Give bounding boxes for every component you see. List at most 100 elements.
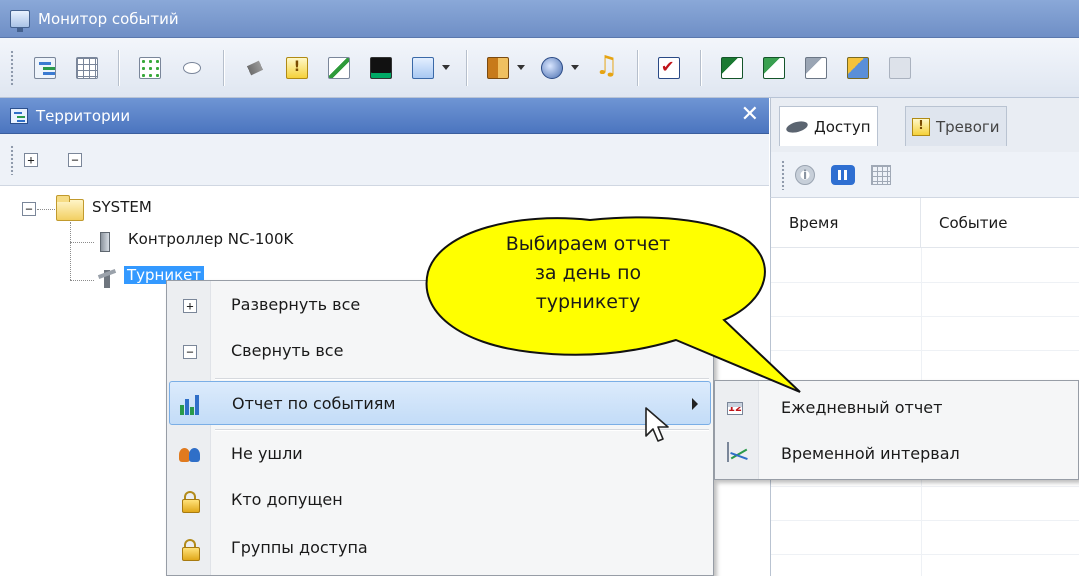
collapse-all-button[interactable]: − — [68, 152, 82, 167]
menu-item-label: Отчет по событиям — [232, 394, 396, 413]
tree-collapse-toggle[interactable]: − — [22, 202, 36, 216]
row-divider — [771, 350, 1079, 351]
row-divider — [771, 554, 1079, 555]
door-button[interactable] — [483, 53, 513, 83]
window-title-bar: Монитор событий — [0, 0, 1079, 38]
terminal-button[interactable] — [366, 53, 396, 83]
mouse-cursor-icon — [645, 407, 669, 442]
toolbar-grip[interactable] — [10, 144, 14, 175]
tree-connector — [70, 280, 94, 281]
toolbar-separator — [637, 49, 638, 86]
export-button-4[interactable] — [843, 53, 873, 83]
users-icon — [179, 444, 201, 466]
tree-node-system[interactable]: SYSTEM — [92, 198, 152, 216]
toolbar-separator — [223, 49, 224, 86]
dropdown-arrow-icon[interactable] — [517, 65, 525, 70]
column-header-label: Время — [789, 213, 839, 232]
alarm-icon — [286, 56, 308, 79]
folder-icon — [56, 195, 84, 221]
column-header-event[interactable]: Событие — [921, 198, 1079, 248]
report-submenu: 12 Ежедневный отчет Временной интервал — [714, 380, 1079, 480]
menu-item-label: Группы доступа — [231, 538, 368, 557]
alarm-button[interactable] — [282, 53, 312, 83]
pause-icon[interactable] — [831, 164, 855, 185]
tree-node-controller[interactable]: Контроллер NC-100K — [128, 230, 293, 248]
toolbar-grip[interactable] — [781, 159, 785, 190]
menu-item-label: Свернуть все — [231, 341, 344, 360]
turnstile-icon — [98, 268, 116, 288]
column-header-time[interactable]: Время — [771, 198, 921, 248]
export-button-2[interactable] — [759, 53, 789, 83]
tree-connector — [70, 222, 71, 280]
link-button[interactable] — [177, 53, 207, 83]
menu-separator — [215, 429, 709, 430]
row-divider — [771, 282, 1079, 283]
callout-text: Выбираем отчет за день по турникету — [468, 230, 708, 317]
menu-item-label: Временной интервал — [781, 444, 960, 463]
expand-all-button[interactable]: + — [24, 152, 38, 167]
dots-icon — [139, 56, 161, 79]
edit-icon — [328, 56, 350, 79]
menu-item-access-groups[interactable]: Группы доступа — [169, 526, 711, 570]
column-header-label: Событие — [939, 213, 1008, 232]
search-button[interactable] — [408, 53, 438, 83]
toolbar-separator — [700, 49, 701, 86]
menu-item-who-allowed[interactable]: Кто допущен — [169, 478, 711, 522]
toolbar-separator — [118, 49, 119, 86]
camera-icon — [541, 56, 563, 79]
access-button[interactable] — [240, 53, 270, 83]
info-icon[interactable]: i — [795, 164, 815, 185]
menu-item-not-left[interactable]: Не ушли — [169, 432, 711, 476]
toolbar-grip[interactable] — [10, 49, 14, 86]
close-icon[interactable]: ✕ — [741, 100, 759, 130]
access-icon — [785, 118, 809, 135]
chart-icon — [180, 394, 202, 416]
search-icon — [412, 56, 434, 79]
grid-icon[interactable] — [871, 164, 891, 185]
dropdown-arrow-icon[interactable] — [442, 65, 450, 70]
export-button-1[interactable] — [717, 53, 747, 83]
minus-box-icon: − — [179, 341, 201, 363]
export-button-5[interactable] — [885, 53, 915, 83]
lock-icon — [179, 490, 201, 513]
dots-button[interactable] — [135, 53, 165, 83]
export-button-3[interactable] — [801, 53, 831, 83]
edit-button[interactable] — [324, 53, 354, 83]
checkbox-icon — [658, 56, 680, 79]
link-icon — [183, 61, 201, 74]
plus-box-icon: + — [179, 295, 201, 317]
events-tabs: Доступ Тревоги — [770, 98, 1079, 152]
tab-access-label: Доступ — [814, 117, 871, 136]
export-icon — [847, 56, 869, 79]
menu-item-collapse-all[interactable]: − Свернуть все — [169, 329, 711, 373]
row-divider — [771, 316, 1079, 317]
check-button[interactable] — [654, 53, 684, 83]
export-icon — [805, 56, 827, 79]
music-icon — [595, 51, 618, 81]
menu-item-events-report[interactable]: Отчет по событиям — [169, 381, 711, 425]
tab-alarms-label: Тревоги — [936, 117, 1000, 136]
dropdown-arrow-icon[interactable] — [571, 65, 579, 70]
trend-icon — [727, 442, 729, 462]
menu-item-daily-report[interactable]: 12 Ежедневный отчет — [717, 385, 1077, 431]
camera-button[interactable] — [537, 53, 567, 83]
callout-line: Выбираем отчет — [505, 233, 671, 255]
menu-item-time-interval[interactable]: Временной интервал — [717, 431, 1077, 477]
territories-toolbar: + − — [0, 134, 769, 186]
grid-icon — [76, 56, 98, 79]
terminal-icon — [370, 56, 392, 79]
pipe-icon — [242, 58, 268, 77]
panel-title: Территории — [36, 106, 131, 125]
tree-connector — [37, 209, 55, 210]
tab-alarms[interactable]: Тревоги — [905, 106, 1007, 146]
sound-button[interactable] — [591, 51, 621, 83]
events-toolbar: i — [770, 152, 1079, 198]
menu-item-label: Ежедневный отчет — [781, 398, 943, 417]
tree-view-button[interactable] — [30, 53, 60, 83]
menu-item-label: Развернуть все — [231, 295, 361, 314]
tab-access[interactable]: Доступ — [779, 106, 878, 146]
menu-item-label: Не ушли — [231, 444, 303, 463]
row-divider — [771, 520, 1079, 521]
toolbar-separator — [466, 49, 467, 86]
grid-view-button[interactable] — [72, 53, 102, 83]
